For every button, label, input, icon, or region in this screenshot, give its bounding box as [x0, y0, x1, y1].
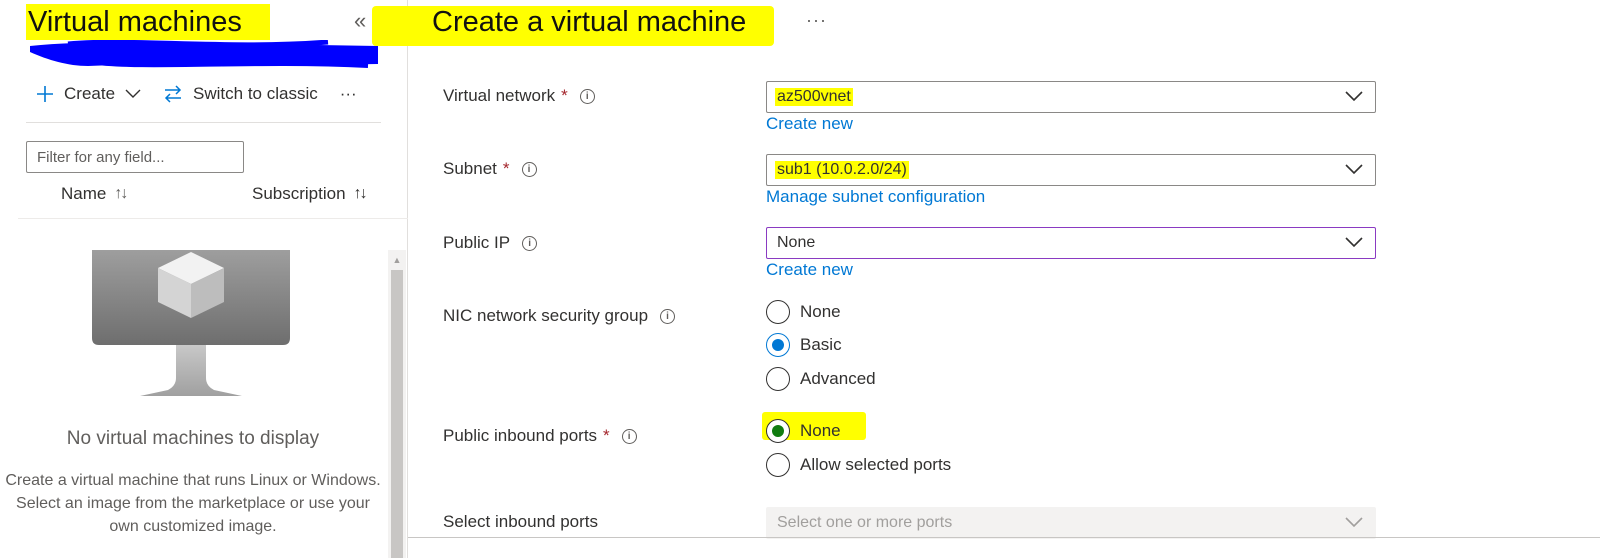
inbound-radio-allow-selected[interactable]: Allow selected ports: [766, 453, 951, 477]
required-marker: *: [603, 426, 610, 445]
create-new-public-ip-link[interactable]: Create new: [766, 260, 853, 280]
redaction-scribble: [30, 40, 378, 68]
collapse-icon[interactable]: «: [354, 8, 366, 34]
header-divider: [18, 218, 408, 219]
plus-icon: [37, 86, 53, 102]
vm-toolbar: Create Switch to classic ···: [36, 84, 379, 104]
manage-subnet-link[interactable]: Manage subnet configuration: [766, 187, 985, 207]
dropdown-placeholder: Select one or more ports: [777, 514, 953, 531]
switch-arrows-icon: [164, 85, 182, 103]
info-icon[interactable]: i: [521, 161, 537, 177]
info-icon[interactable]: i: [660, 308, 676, 324]
chevron-down-icon: [1345, 237, 1363, 248]
required-marker: *: [502, 159, 510, 178]
nsg-radio-basic[interactable]: Basic: [766, 333, 842, 357]
radio-circle: [766, 419, 790, 443]
sort-icon: ↑↓: [353, 185, 368, 202]
switch-to-classic-button[interactable]: Switch to classic: [163, 84, 318, 104]
scrollbar-thumb[interactable]: [391, 270, 403, 558]
inbound-radio-none[interactable]: None: [766, 419, 841, 443]
vm-list-pane: Virtual machines « Create Switch to clas…: [0, 0, 408, 558]
info-icon[interactable]: i: [621, 428, 637, 444]
virtual-network-dropdown[interactable]: az500vnet: [766, 81, 1376, 113]
nsg-radio-none[interactable]: None: [766, 300, 841, 324]
virtual-network-label: Virtual network * i: [443, 86, 595, 106]
radio-circle: [766, 300, 790, 324]
info-icon[interactable]: i: [579, 88, 595, 104]
page-title: Virtual machines: [26, 4, 270, 40]
virtual-machine-icon: [92, 250, 290, 396]
public-inbound-ports-label: Public inbound ports * i: [443, 426, 637, 446]
filter-input[interactable]: [26, 141, 244, 173]
nic-nsg-label: NIC network security group i: [443, 306, 676, 326]
create-button[interactable]: Create: [36, 84, 141, 104]
sort-icon: ↑↓: [114, 185, 128, 202]
pane-divider: [407, 0, 408, 558]
more-options-icon[interactable]: ···: [340, 84, 357, 104]
more-options-icon[interactable]: ···: [806, 10, 827, 31]
form-title: Create a virtual machine: [432, 6, 747, 38]
form-bottom-divider: [408, 537, 1600, 538]
chevron-down-icon: [1345, 164, 1363, 175]
radio-circle: [766, 333, 790, 357]
column-header-subscription[interactable]: Subscription ↑↓: [252, 184, 368, 204]
public-ip-dropdown[interactable]: None: [766, 227, 1376, 259]
vertical-scrollbar[interactable]: ▲: [388, 250, 406, 558]
create-new-vnet-link[interactable]: Create new: [766, 114, 853, 134]
required-marker: *: [561, 86, 568, 105]
column-header-name[interactable]: Name ↑↓: [61, 184, 128, 204]
dropdown-value: None: [777, 234, 816, 251]
public-ip-label: Public IP i: [443, 233, 538, 253]
nsg-radio-advanced[interactable]: Advanced: [766, 367, 876, 391]
radio-circle: [766, 367, 790, 391]
chevron-down-icon: [1345, 91, 1363, 102]
subnet-label: Subnet * i: [443, 159, 537, 179]
dropdown-value: az500vnet: [775, 88, 853, 106]
toolbar-divider: [26, 122, 381, 123]
empty-state-title: No virtual machines to display: [66, 428, 320, 449]
switch-label: Switch to classic: [193, 84, 318, 103]
select-inbound-ports-dropdown[interactable]: Select one or more ports: [766, 507, 1376, 539]
chevron-down-icon: [1345, 517, 1363, 528]
select-inbound-ports-label: Select inbound ports: [443, 512, 598, 531]
chevron-down-icon: [125, 89, 141, 98]
scroll-up-arrow-icon[interactable]: ▲: [388, 254, 406, 266]
dropdown-value: sub1 (10.0.2.0/24): [775, 161, 909, 179]
radio-circle: [766, 453, 790, 477]
create-label: Create: [64, 84, 116, 103]
info-icon[interactable]: i: [522, 235, 538, 251]
subnet-dropdown[interactable]: sub1 (10.0.2.0/24): [766, 154, 1376, 186]
empty-state-description: Create a virtual machine that runs Linux…: [5, 472, 381, 535]
